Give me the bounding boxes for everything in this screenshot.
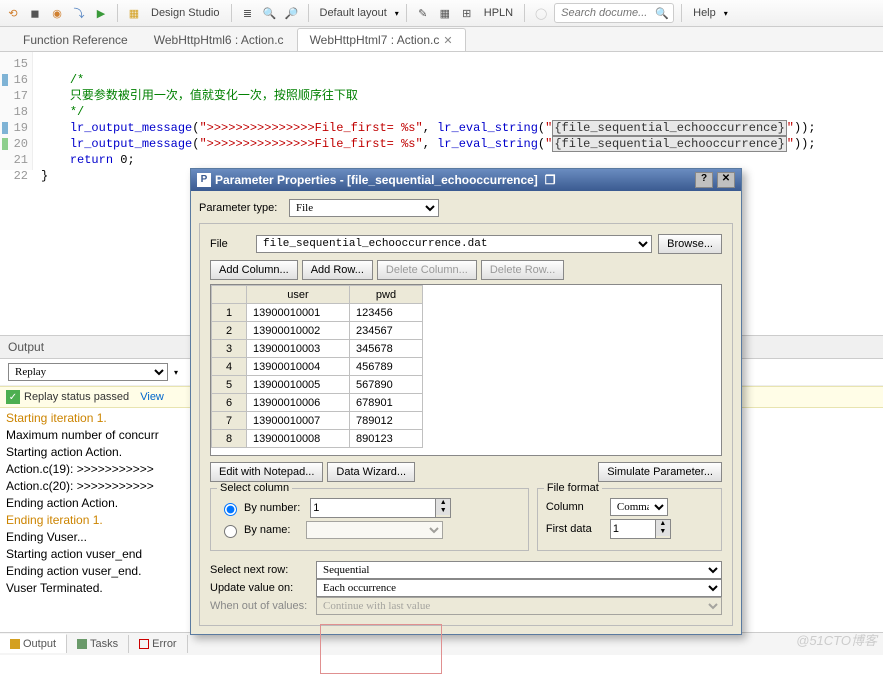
view-link[interactable]: View — [140, 391, 164, 403]
close-button[interactable]: ✕ — [717, 172, 735, 188]
indent-icon[interactable]: ≣ — [239, 4, 257, 22]
add-column-button[interactable]: Add Column... — [210, 260, 298, 280]
column-delim-select[interactable]: Comma — [610, 498, 668, 516]
search-icon: 🔍 — [655, 7, 669, 20]
select-next-row-select[interactable]: Sequential — [316, 561, 722, 579]
play-icon[interactable]: ▶ — [92, 4, 110, 22]
dialog-title: Parameter Properties - [file_sequential_… — [215, 173, 538, 187]
table-row[interactable]: 613900010006678901 — [212, 394, 423, 412]
watermark: @51CTO博客 — [796, 630, 877, 649]
hpln-label[interactable]: HPLN — [480, 7, 517, 19]
code-editor[interactable]: 15 16 17 18 19 20 21 22 /* 只要参数被引用一次，值就变… — [0, 52, 883, 170]
edit-notepad-button[interactable]: Edit with Notepad... — [210, 462, 323, 482]
by-name-radio[interactable] — [224, 525, 237, 538]
table-row[interactable]: 813900010008890123 — [212, 430, 423, 448]
close-icon[interactable]: ✕ — [443, 34, 452, 47]
tool2-icon[interactable]: ▦ — [436, 4, 454, 22]
spin-down[interactable]: ▼ — [436, 507, 450, 515]
when-out-select: Continue with last value — [316, 597, 722, 615]
parameter-properties-dialog: P Parameter Properties - [file_sequentia… — [190, 168, 742, 635]
param-type-select[interactable]: File — [289, 199, 439, 217]
main-toolbar: ⟲ ◼ ◉ ⤵ ▶ ▦ Design Studio ≣ 🔍 🔎 Default … — [0, 0, 883, 27]
search-input[interactable] — [559, 6, 655, 20]
update-value-label: Update value on: — [210, 582, 310, 594]
by-name-select[interactable] — [306, 521, 443, 539]
select-column-legend: Select column — [217, 482, 292, 494]
data-table[interactable]: userpwd 11390001000112345621390001000223… — [210, 284, 722, 456]
replay-select[interactable]: Replay — [8, 363, 168, 381]
line-gutter: 15 16 17 18 19 20 21 22 — [0, 52, 33, 170]
table-row[interactable]: 213900010002234567 — [212, 322, 423, 340]
step-icon[interactable]: ⤵ — [70, 4, 88, 22]
table-row[interactable]: 313900010003345678 — [212, 340, 423, 358]
table-row[interactable]: 713900010007789012 — [212, 412, 423, 430]
layout-dropdown[interactable]: Default layout — [316, 7, 391, 19]
tool3-icon[interactable]: ⊞ — [458, 4, 476, 22]
first-data-input[interactable] — [610, 519, 656, 539]
search-box[interactable]: 🔍 — [554, 3, 674, 23]
tab-webhttphtml6[interactable]: WebHttpHtml6 : Action.c — [141, 28, 297, 51]
tasks-icon — [77, 639, 87, 649]
simulate-button[interactable]: Simulate Parameter... — [598, 462, 722, 482]
design-studio-icon[interactable]: ▦ — [125, 4, 143, 22]
by-number-radio[interactable] — [224, 503, 237, 516]
globe-icon[interactable]: ◯ — [532, 4, 550, 22]
select-next-row-label: Select next row: — [210, 564, 310, 576]
editor-tabs: Function Reference WebHttpHtml6 : Action… — [0, 27, 883, 52]
delete-row-button[interactable]: Delete Row... — [481, 260, 564, 280]
when-out-label: When out of values: — [210, 600, 310, 612]
file-format-legend: File format — [544, 482, 602, 494]
code-body[interactable]: /* 只要参数被引用一次，值就变化一次，按照顺序往下取 */ lr_output… — [33, 52, 883, 170]
tab-webhttphtml7[interactable]: WebHttpHtml7 : Action.c✕ — [297, 28, 466, 51]
update-value-select[interactable]: Each occurrence — [316, 579, 722, 597]
error-icon — [139, 639, 149, 649]
copy-icon[interactable]: ❐ — [545, 173, 556, 187]
btab-errors[interactable]: Error — [129, 635, 187, 653]
tab-function-reference[interactable]: Function Reference — [10, 28, 141, 51]
file-select[interactable]: file_sequential_echooccurrence.dat — [256, 235, 652, 253]
stop-icon[interactable]: ◼ — [26, 4, 44, 22]
add-row-button[interactable]: Add Row... — [302, 260, 373, 280]
browse-button[interactable]: Browse... — [658, 234, 722, 254]
record-icon[interactable]: ◉ — [48, 4, 66, 22]
table-row[interactable]: 513900010005567890 — [212, 376, 423, 394]
delete-column-button[interactable]: Delete Column... — [377, 260, 477, 280]
dialog-titlebar[interactable]: P Parameter Properties - [file_sequentia… — [191, 169, 741, 191]
design-studio-label[interactable]: Design Studio — [147, 7, 224, 19]
dialog-icon: P — [197, 173, 211, 187]
by-number-input[interactable] — [310, 498, 436, 518]
file-label: File — [210, 238, 250, 250]
data-wizard-button[interactable]: Data Wizard... — [327, 462, 415, 482]
btab-tasks[interactable]: Tasks — [67, 635, 129, 653]
tool1-icon[interactable]: ✎ — [414, 4, 432, 22]
spin-up[interactable]: ▲ — [436, 499, 450, 507]
check-icon: ✓ — [6, 390, 20, 404]
bottom-tabs: Output Tasks Error — [0, 632, 883, 655]
param-type-label: Parameter type: — [199, 202, 283, 214]
btab-output[interactable]: Output — [0, 634, 67, 653]
replace-icon[interactable]: 🔎 — [283, 4, 301, 22]
output-icon — [10, 639, 20, 649]
table-row[interactable]: 413900010004456789 — [212, 358, 423, 376]
table-row[interactable]: 113900010001123456 — [212, 304, 423, 322]
back-icon[interactable]: ⟲ — [4, 4, 22, 22]
find-icon[interactable]: 🔍 — [261, 4, 279, 22]
help-menu[interactable]: Help — [689, 7, 720, 19]
help-button[interactable]: ? — [695, 172, 713, 188]
